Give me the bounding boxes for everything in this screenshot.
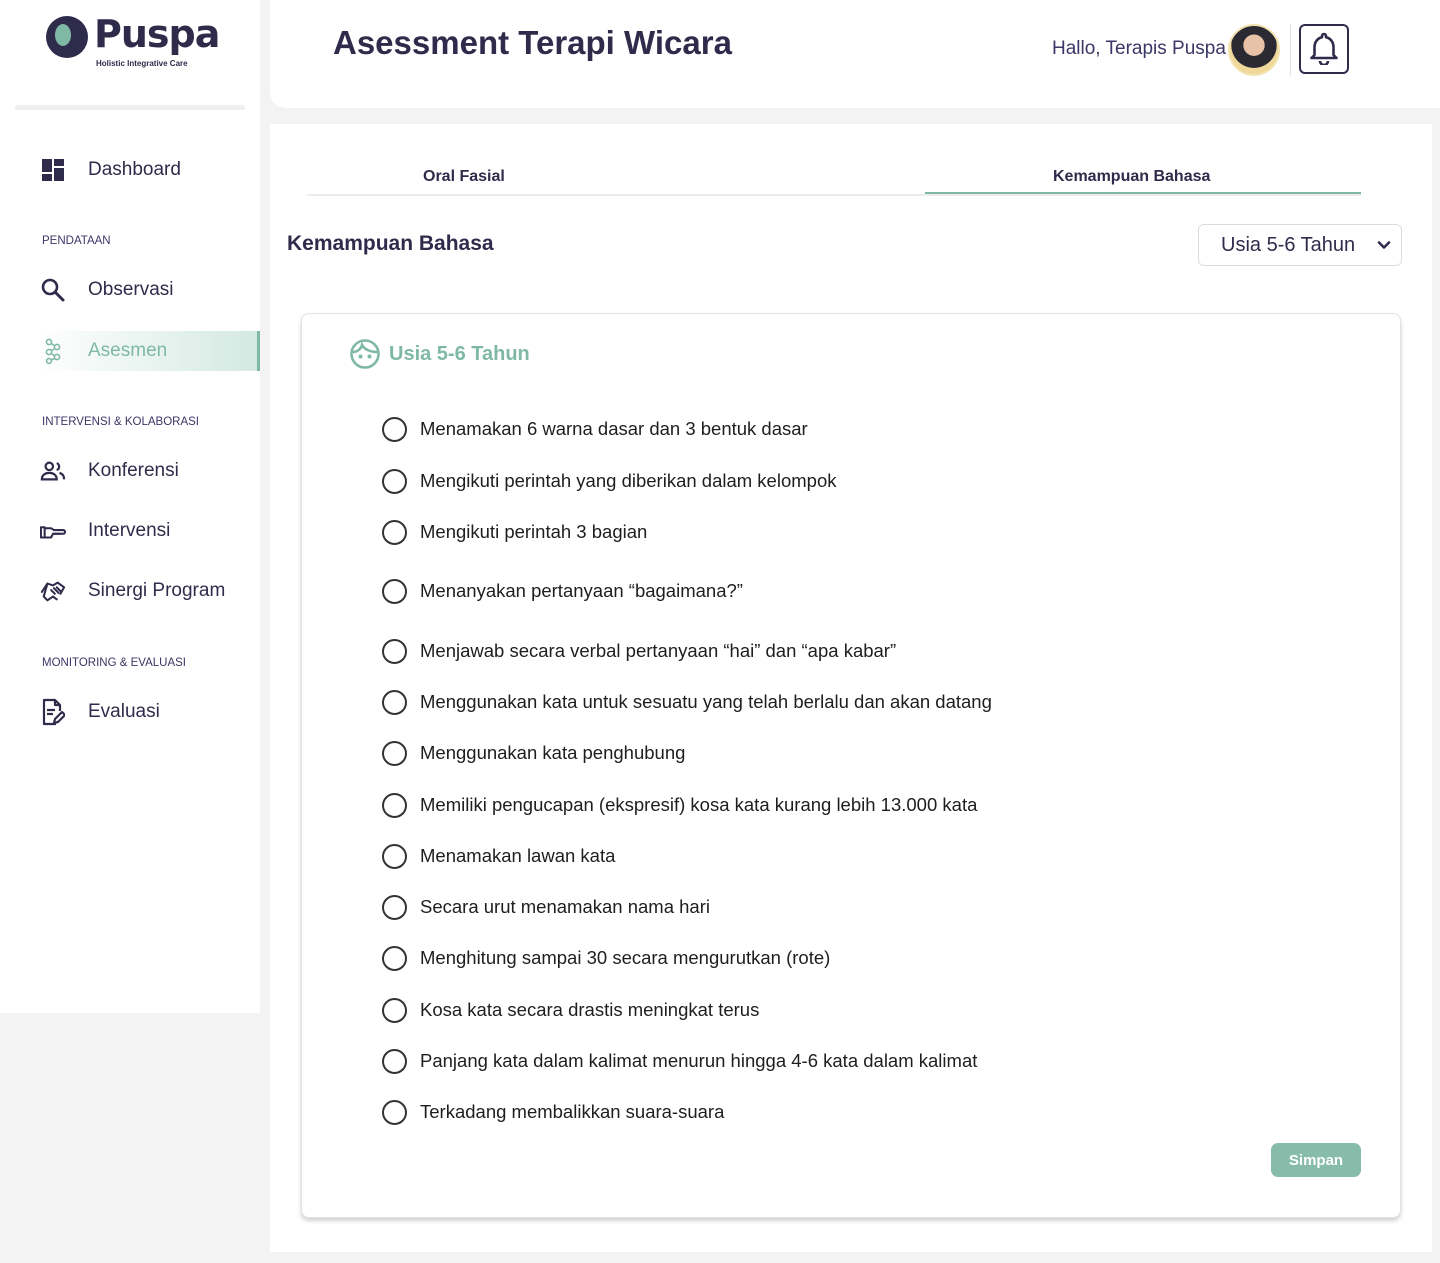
section-title-intervensi: INTERVENSI & KOLABORASI (42, 416, 200, 428)
bell-icon (1309, 31, 1339, 68)
section-title-pendataan: PENDATAAN (42, 235, 111, 247)
sidebar-item-label: Asesmen (88, 340, 168, 361)
child-face-icon (349, 338, 381, 370)
assessment-option[interactable]: Menanyakan pertanyaan “bagaimana?” (382, 577, 743, 605)
brand-name: Puspa (94, 12, 220, 56)
main-panel: Oral Fasial Kemampuan Bahasa Kemampuan B… (270, 124, 1432, 1252)
sidebar-item-label: Dashboard (88, 159, 181, 180)
assessment-card: Usia 5-6 Tahun Menamakan 6 warna dasar d… (301, 313, 1401, 1218)
radio-button[interactable] (382, 740, 407, 766)
option-label: Terkadang membalikkan suara-suara (420, 1101, 725, 1122)
assessment-option[interactable]: Memiliki pengucapan (ekspresif) kosa kat… (382, 791, 977, 819)
radio-button[interactable] (382, 519, 407, 545)
notification-button[interactable] (1299, 24, 1349, 74)
radio-button[interactable] (382, 945, 407, 971)
sidebar-item-label: Sinergi Program (88, 580, 226, 601)
assessment-option[interactable]: Mengikuti perintah yang diberikan dalam … (382, 467, 837, 495)
option-label: Menamakan lawan kata (420, 845, 616, 866)
radio-button[interactable] (382, 997, 407, 1023)
assessment-option[interactable]: Menamakan lawan kata (382, 842, 615, 870)
option-label: Mengikuti perintah yang diberikan dalam … (420, 470, 837, 491)
assessment-option[interactable]: Menggunakan kata untuk sesuatu yang tela… (382, 688, 992, 716)
section-title-monitoring: MONITORING & EVALUASI (42, 657, 186, 669)
page-title: Asessment Terapi Wicara (333, 24, 732, 61)
option-label: Menamakan 6 warna dasar dan 3 bentuk das… (420, 418, 808, 439)
option-label: Menghitung sampai 30 secara mengurutkan … (420, 947, 831, 968)
handshake-icon (40, 578, 66, 604)
option-label: Panjang kata dalam kalimat menurun hingg… (420, 1050, 978, 1071)
brand-logo[interactable]: Puspa Holistic Integrative Care (46, 12, 220, 72)
assessment-option[interactable]: Kosa kata secara drastis meningkat terus (382, 996, 759, 1024)
card-title: Usia 5-6 Tahun (389, 342, 530, 365)
hand-icon (40, 518, 66, 544)
radio-button[interactable] (382, 843, 407, 869)
radio-button[interactable] (382, 416, 407, 442)
document-edit-icon (40, 698, 66, 726)
top-header: Asessment Terapi Wicara Hallo, Terapis P… (270, 0, 1440, 108)
assessment-option[interactable]: Panjang kata dalam kalimat menurun hingg… (382, 1047, 977, 1075)
option-label: Mengikuti perintah 3 bagian (420, 521, 648, 542)
assessment-option[interactable]: Menamakan 6 warna dasar dan 3 bentuk das… (382, 415, 808, 443)
sidebar-item-label: Intervensi (88, 520, 171, 541)
logo-mark-icon (46, 16, 88, 58)
age-group-select[interactable]: Usia 5-6 Tahun (1198, 224, 1402, 266)
assessment-option[interactable]: Menghitung sampai 30 secara mengurutkan … (382, 944, 830, 972)
molecule-icon (40, 338, 66, 364)
option-label: Secara urut menamakan nama hari (420, 896, 710, 917)
avatar[interactable] (1228, 24, 1280, 76)
radio-button[interactable] (382, 468, 407, 494)
radio-button[interactable] (382, 894, 407, 920)
sidebar-divider (15, 105, 245, 110)
active-tab-indicator (925, 192, 1361, 194)
radio-button[interactable] (382, 792, 407, 818)
assessment-option[interactable]: Secara urut menamakan nama hari (382, 893, 710, 921)
tab-oral-fasial[interactable]: Oral Fasial (423, 168, 505, 186)
assessment-option[interactable]: Terkadang membalikkan suara-suara (382, 1098, 724, 1126)
assessment-option[interactable]: Menggunakan kata penghubung (382, 739, 685, 767)
sidebar-item-intervensi[interactable]: Intervensi (0, 511, 260, 551)
chevron-down-icon (1377, 238, 1391, 252)
radio-button[interactable] (382, 578, 407, 604)
sidebar-item-konferensi[interactable]: Konferensi (0, 451, 260, 491)
sidebar-item-label: Evaluasi (88, 701, 160, 722)
option-label: Menjawab secara verbal pertanyaan “hai” … (420, 640, 897, 661)
radio-button[interactable] (382, 1099, 407, 1125)
user-greeting: Hallo, Terapis Puspa (1052, 38, 1226, 59)
sidebar-item-label: Observasi (88, 279, 174, 300)
age-group-selected: Usia 5-6 Tahun (1221, 234, 1356, 256)
option-label: Menggunakan kata untuk sesuatu yang tela… (420, 691, 992, 712)
header-divider (1290, 24, 1291, 76)
sidebar-item-label: Konferensi (88, 460, 179, 481)
option-label: Memiliki pengucapan (ekspresif) kosa kat… (420, 794, 978, 815)
option-label: Kosa kata secara drastis meningkat terus (420, 999, 760, 1020)
people-icon (40, 458, 66, 484)
radio-button[interactable] (382, 1048, 407, 1074)
sidebar-item-dashboard[interactable]: Dashboard (0, 150, 260, 190)
sidebar-item-sinergi-program[interactable]: Sinergi Program (0, 571, 260, 611)
dashboard-icon (40, 157, 66, 183)
brand-tagline: Holistic Integrative Care (96, 59, 188, 68)
save-button[interactable]: Simpan (1271, 1143, 1361, 1177)
section-heading: Kemampuan Bahasa (287, 232, 494, 255)
tab-bar: Oral Fasial Kemampuan Bahasa (307, 168, 1361, 196)
sidebar-item-evaluasi[interactable]: Evaluasi (0, 692, 260, 732)
search-icon (40, 277, 66, 303)
sidebar: Puspa Holistic Integrative Care Dashboar… (0, 0, 260, 1013)
card-header: Usia 5-6 Tahun (349, 338, 530, 370)
assessment-option[interactable]: Mengikuti perintah 3 bagian (382, 518, 647, 546)
radio-button[interactable] (382, 689, 407, 715)
option-label: Menanyakan pertanyaan “bagaimana?” (420, 580, 743, 601)
sidebar-item-observasi[interactable]: Observasi (0, 270, 260, 310)
radio-button[interactable] (382, 638, 407, 664)
tab-kemampuan-bahasa[interactable]: Kemampuan Bahasa (1053, 168, 1210, 186)
assessment-option[interactable]: Menjawab secara verbal pertanyaan “hai” … (382, 637, 896, 665)
sidebar-item-asesmen[interactable]: Asesmen (36, 331, 260, 371)
option-label: Menggunakan kata penghubung (420, 742, 686, 763)
